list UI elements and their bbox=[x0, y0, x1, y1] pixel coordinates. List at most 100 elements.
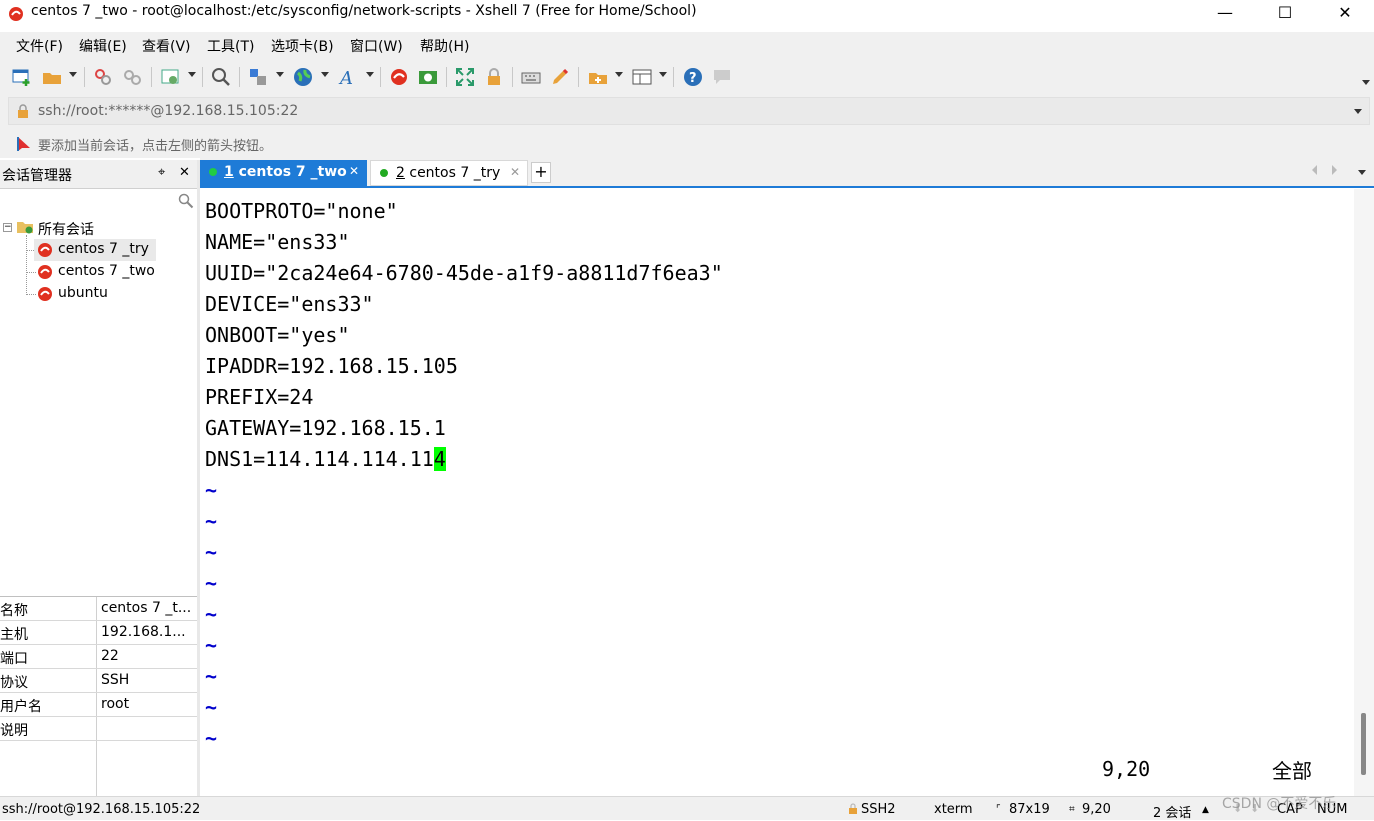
xftp-icon[interactable] bbox=[418, 67, 438, 87]
menu-window[interactable]: 窗口(W) bbox=[350, 36, 403, 56]
search-icon[interactable] bbox=[211, 67, 231, 87]
property-value: root bbox=[101, 696, 130, 712]
status-bar: ssh://root@192.168.15.105:22 SSH2 xterm … bbox=[0, 796, 1374, 821]
svg-text:?: ? bbox=[689, 71, 697, 86]
menu-tabs[interactable]: 选项卡(B) bbox=[271, 36, 334, 56]
menu-tools[interactable]: 工具(T) bbox=[207, 36, 254, 56]
connect-icon[interactable] bbox=[93, 67, 113, 87]
tree-item-centos7-two[interactable]: centos 7 _two bbox=[34, 261, 164, 283]
properties-dropdown-icon[interactable] bbox=[188, 72, 196, 77]
pin-icon[interactable]: ⌖ bbox=[158, 165, 165, 180]
disconnect-icon[interactable] bbox=[122, 67, 142, 87]
add-session-arrow-icon[interactable] bbox=[16, 136, 32, 152]
lock-icon[interactable] bbox=[484, 67, 504, 87]
menu-view[interactable]: 查看(V) bbox=[142, 36, 191, 56]
tree-item-centos7-try[interactable]: centos 7 _try bbox=[34, 239, 156, 261]
tab-close-icon[interactable]: ✕ bbox=[510, 165, 520, 179]
tree-item-ubuntu[interactable]: ubuntu bbox=[34, 283, 164, 305]
transfer-icon[interactable] bbox=[248, 67, 268, 87]
session-search-icon[interactable] bbox=[178, 193, 194, 209]
status-connection: ssh://root@192.168.15.105:22 bbox=[2, 802, 201, 817]
hint-text: 要添加当前会话，点击左侧的箭头按钮。 bbox=[38, 139, 273, 154]
status-term: xterm bbox=[934, 802, 973, 817]
transfer-dropdown-icon[interactable] bbox=[276, 72, 284, 77]
status-sessions[interactable]: 2 会话 bbox=[1153, 802, 1191, 821]
tab-centos7-two[interactable]: 1 centos 7 _two ✕ bbox=[200, 160, 367, 186]
tab-number: 2 bbox=[396, 165, 405, 181]
session-label: centos 7 _two bbox=[58, 263, 155, 279]
menu-help[interactable]: 帮助(H) bbox=[420, 36, 469, 56]
tab-scroll-right-icon[interactable] bbox=[1332, 165, 1337, 175]
tab-centos7-try[interactable]: 2 centos 7 _try ✕ bbox=[370, 160, 528, 186]
tree-collapse-icon[interactable]: − bbox=[3, 223, 12, 232]
vim-scope: 全部 bbox=[1272, 759, 1312, 783]
open-dropdown-icon[interactable] bbox=[69, 72, 77, 77]
highlight-icon[interactable] bbox=[550, 67, 570, 87]
tab-status-dot-icon bbox=[380, 169, 388, 177]
session-icon bbox=[37, 242, 53, 258]
property-value: SSH bbox=[101, 672, 130, 688]
chat-icon[interactable] bbox=[712, 67, 732, 87]
new-folder-icon[interactable] bbox=[588, 67, 608, 87]
empty-line-tilde: ~ bbox=[205, 633, 218, 657]
address-field[interactable]: ssh://root:******@192.168.15.105:22 bbox=[8, 97, 1370, 125]
panel-close-icon[interactable]: ✕ bbox=[179, 165, 190, 180]
tab-list-dropdown-icon[interactable] bbox=[1358, 170, 1366, 175]
menu-bar: 文件(F) 编辑(E) 查看(V) 工具(T) 选项卡(B) 窗口(W) 帮助(… bbox=[0, 32, 1374, 58]
minimize-button[interactable]: — bbox=[1196, 0, 1254, 28]
terminal[interactable]: BOOTPROTO="none" NAME="ens33" UUID="2ca2… bbox=[200, 189, 1354, 796]
vim-cursor-position: 9,20 bbox=[1102, 757, 1151, 781]
new-tab-button[interactable]: + bbox=[531, 162, 551, 183]
empty-line-tilde: ~ bbox=[205, 664, 218, 688]
terminal-line: PREFIX=24 bbox=[205, 385, 314, 409]
font-dropdown-icon[interactable] bbox=[366, 72, 374, 77]
globe-dropdown-icon[interactable] bbox=[321, 72, 329, 77]
menu-file[interactable]: 文件(F) bbox=[16, 36, 63, 56]
status-size-icon: ⌜ bbox=[996, 804, 1001, 815]
toolbar-separator bbox=[512, 67, 513, 87]
tab-bar: 1 centos 7 _two ✕ 2 centos 7 _try ✕ + bbox=[200, 158, 1374, 188]
maximize-icon: ☐ bbox=[1277, 3, 1293, 22]
minimize-icon: — bbox=[1217, 3, 1233, 22]
property-key: 端口 bbox=[0, 651, 28, 667]
status-lock-icon bbox=[848, 803, 858, 815]
property-row: 协议 SSH bbox=[0, 669, 197, 693]
layout-dropdown-icon[interactable] bbox=[659, 72, 667, 77]
xshell-logo-icon bbox=[8, 6, 24, 22]
properties-icon[interactable] bbox=[161, 67, 181, 87]
tab-number: 1 bbox=[224, 164, 234, 180]
globe-icon[interactable] bbox=[293, 67, 313, 87]
tree-connector bbox=[26, 235, 28, 295]
tab-title: centos 7 _two bbox=[233, 164, 347, 180]
property-value: centos 7 _t... bbox=[101, 600, 192, 616]
session-icon bbox=[37, 286, 53, 302]
tree-root-label[interactable]: 所有会话 bbox=[38, 219, 94, 239]
hint-bar: 要添加当前会话，点击左侧的箭头按钮。 bbox=[0, 128, 1374, 158]
empty-line-tilde: ~ bbox=[205, 726, 218, 750]
tab-close-icon[interactable]: ✕ bbox=[349, 164, 359, 178]
session-search-input[interactable] bbox=[0, 189, 197, 215]
tab-label: 1 centos 7 _two bbox=[224, 164, 347, 180]
tab-scroll-left-icon[interactable] bbox=[1312, 165, 1317, 175]
help-icon[interactable]: ? bbox=[683, 67, 703, 87]
folder-dropdown-icon[interactable] bbox=[615, 72, 623, 77]
close-button[interactable]: ✕ bbox=[1316, 0, 1374, 28]
terminal-scrollbar[interactable] bbox=[1354, 189, 1374, 796]
open-folder-icon[interactable] bbox=[42, 67, 62, 87]
fullscreen-icon[interactable] bbox=[455, 67, 475, 87]
new-session-icon[interactable] bbox=[12, 67, 32, 87]
menu-edit[interactable]: 编辑(E) bbox=[79, 36, 127, 56]
maximize-button[interactable]: ☐ bbox=[1256, 0, 1314, 28]
toolbar-separator bbox=[202, 67, 203, 87]
keyboard-icon[interactable] bbox=[521, 67, 541, 87]
scrollbar-thumb[interactable] bbox=[1361, 713, 1366, 775]
toolbar-overflow-icon[interactable] bbox=[1362, 80, 1370, 85]
address-input[interactable]: ssh://root:******@192.168.15.105:22 bbox=[38, 103, 298, 119]
close-icon: ✕ bbox=[1338, 3, 1352, 22]
layout-icon[interactable] bbox=[632, 67, 652, 87]
font-icon[interactable]: A bbox=[338, 67, 358, 89]
address-dropdown-icon[interactable] bbox=[1354, 109, 1362, 114]
xshell-icon[interactable] bbox=[389, 67, 409, 87]
property-value: 192.168.1... bbox=[101, 624, 186, 640]
status-up-icon[interactable]: ▲ bbox=[1202, 805, 1209, 815]
